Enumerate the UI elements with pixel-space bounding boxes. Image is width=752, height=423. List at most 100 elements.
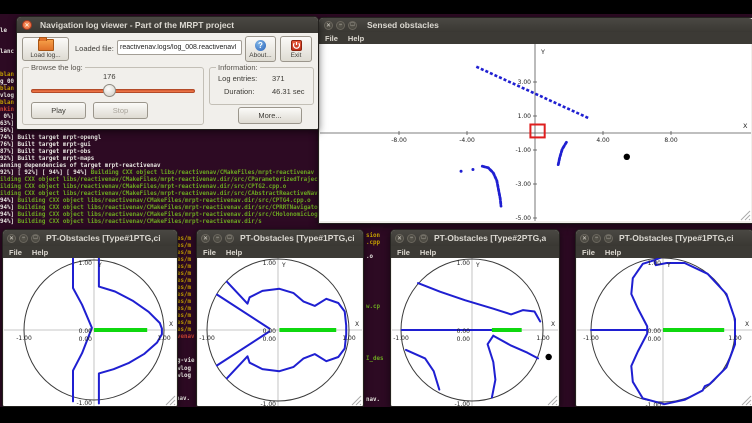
sensed-obstacles-window: ✕ − □ Sensed obstacles File Help -8.00-4… bbox=[318, 17, 752, 224]
menu-help[interactable]: Help bbox=[226, 248, 242, 257]
svg-text:Y: Y bbox=[281, 262, 286, 269]
svg-text:X: X bbox=[551, 321, 555, 328]
minimize-icon[interactable]: − bbox=[19, 234, 28, 243]
browse-log-legend: Browse the log: bbox=[29, 63, 85, 72]
window-title: PT-Obstacles [Type#1PTG,ci bbox=[619, 233, 734, 243]
information-legend: Information: bbox=[216, 63, 260, 72]
minimize-icon[interactable]: − bbox=[592, 234, 601, 243]
menu-file[interactable]: File bbox=[203, 248, 216, 257]
maximize-icon[interactable]: □ bbox=[31, 234, 40, 243]
pt3-titlebar[interactable]: ✕ − □ PT-Obstacles [Type#2PTG,a bbox=[391, 230, 559, 246]
about-label: About... bbox=[249, 52, 271, 59]
play-button[interactable]: Play bbox=[31, 102, 86, 119]
pt-obstacles-window-4: ✕ − □ PT-Obstacles [Type#1PTG,ci File He… bbox=[575, 229, 752, 407]
svg-text:-1.00: -1.00 bbox=[645, 402, 661, 406]
more-button[interactable]: More... bbox=[238, 107, 302, 124]
svg-text:-5.00: -5.00 bbox=[515, 215, 531, 221]
svg-text:1.00: 1.00 bbox=[536, 335, 550, 342]
svg-text:-1.00: -1.00 bbox=[260, 401, 276, 406]
stop-button[interactable]: Stop bbox=[93, 102, 148, 119]
svg-text:0.00: 0.00 bbox=[648, 336, 662, 343]
question-icon: ? bbox=[255, 40, 266, 51]
svg-text:X: X bbox=[169, 321, 173, 328]
pt-obstacles-plot-1[interactable]: -1.000.000.001.001.00-1.00YX bbox=[4, 258, 176, 406]
loaded-file-input[interactable] bbox=[117, 40, 242, 55]
svg-text:0.00: 0.00 bbox=[648, 328, 662, 335]
about-button[interactable]: ? About... bbox=[245, 36, 276, 62]
browse-log-group: Browse the log: 176 Play Stop bbox=[22, 67, 204, 125]
svg-text:0.00: 0.00 bbox=[457, 328, 471, 335]
pt4-menubar: File Help bbox=[576, 246, 752, 258]
svg-text:Y: Y bbox=[540, 48, 545, 56]
minimize-icon[interactable]: − bbox=[213, 234, 222, 243]
svg-text:1.00: 1.00 bbox=[263, 260, 277, 267]
maximize-icon[interactable]: □ bbox=[419, 234, 428, 243]
svg-text:0.00: 0.00 bbox=[79, 336, 93, 343]
close-icon[interactable]: ✕ bbox=[201, 234, 210, 243]
menu-help[interactable]: Help bbox=[32, 248, 48, 257]
svg-text:4.00: 4.00 bbox=[596, 137, 610, 144]
svg-text:8.00: 8.00 bbox=[664, 137, 678, 144]
minimize-icon[interactable]: − bbox=[336, 21, 345, 30]
menu-help[interactable]: Help bbox=[420, 248, 436, 257]
window-title: Navigation log viewer - Part of the MRPT… bbox=[40, 20, 234, 30]
maximize-icon[interactable]: □ bbox=[604, 234, 613, 243]
menu-help[interactable]: Help bbox=[605, 248, 621, 257]
log-slider-handle[interactable] bbox=[103, 84, 116, 97]
minimize-icon[interactable]: − bbox=[407, 234, 416, 243]
pt-obstacles-window-3: ✕ − □ PT-Obstacles [Type#2PTG,a File Hel… bbox=[390, 229, 560, 407]
duration-label: Duration: bbox=[224, 87, 254, 96]
exit-button[interactable]: Exit bbox=[280, 36, 312, 62]
svg-text:X: X bbox=[355, 321, 359, 328]
pt4-titlebar[interactable]: ✕ − □ PT-Obstacles [Type#1PTG,ci bbox=[576, 230, 752, 246]
menu-file[interactable]: File bbox=[325, 34, 338, 43]
duration-value: 46.31 sec bbox=[272, 87, 305, 96]
loaded-file-label: Loaded file: bbox=[75, 44, 114, 53]
svg-text:1.00: 1.00 bbox=[518, 113, 532, 120]
window-title: PT-Obstacles [Type#1PTG,ci bbox=[240, 233, 355, 243]
menu-file[interactable]: File bbox=[9, 248, 22, 257]
window-title: Sensed obstacles bbox=[367, 20, 439, 30]
svg-text:X: X bbox=[745, 321, 749, 328]
svg-text:Y: Y bbox=[475, 262, 480, 269]
pt2-menubar: File Help bbox=[197, 246, 363, 258]
svg-text:Y: Y bbox=[666, 262, 671, 269]
svg-text:-1.00: -1.00 bbox=[515, 147, 531, 154]
menu-file[interactable]: File bbox=[397, 248, 410, 257]
sensed-titlebar[interactable]: ✕ − □ Sensed obstacles bbox=[319, 18, 752, 32]
svg-text:X: X bbox=[743, 122, 748, 130]
menu-help[interactable]: Help bbox=[348, 34, 364, 43]
navlog-titlebar[interactable]: ✕ Navigation log viewer - Part of the MR… bbox=[17, 17, 318, 33]
sensed-menubar: File Help bbox=[319, 32, 752, 44]
close-icon[interactable]: ✕ bbox=[7, 234, 16, 243]
load-log-label: Load log... bbox=[30, 52, 60, 59]
svg-text:-1.00: -1.00 bbox=[76, 400, 92, 406]
pt2-titlebar[interactable]: ✕ − □ PT-Obstacles [Type#1PTG,ci bbox=[197, 230, 363, 246]
log-entries-label: Log entries: bbox=[218, 74, 257, 83]
close-icon[interactable]: ✕ bbox=[22, 20, 32, 30]
svg-text:-3.00: -3.00 bbox=[515, 181, 531, 188]
svg-text:-4.00: -4.00 bbox=[459, 137, 475, 144]
maximize-icon[interactable]: □ bbox=[225, 234, 234, 243]
svg-text:0.00: 0.00 bbox=[79, 328, 93, 335]
close-icon[interactable]: ✕ bbox=[324, 21, 333, 30]
svg-text:-1.00: -1.00 bbox=[16, 335, 32, 342]
svg-text:1.00: 1.00 bbox=[157, 335, 171, 342]
svg-text:-1.00: -1.00 bbox=[454, 401, 470, 406]
sensed-obstacles-plot[interactable]: -8.00-4.004.008.003.001.00-1.00-3.00-5.0… bbox=[320, 44, 751, 221]
close-icon[interactable]: ✕ bbox=[395, 234, 404, 243]
pt-obstacles-plot-2[interactable]: -1.000.000.001.001.00-1.00YX bbox=[198, 258, 362, 406]
svg-text:-1.00: -1.00 bbox=[393, 335, 409, 342]
pt-obstacles-plot-3[interactable]: -1.00 0.000.00 1.00 1.00 -1.00 Y X bbox=[392, 258, 558, 406]
svg-text:0.00: 0.00 bbox=[457, 336, 471, 343]
screen-top-letterbox bbox=[0, 0, 752, 14]
pt1-titlebar[interactable]: ✕ − □ PT-Obstacles [Type#1PTG,ci bbox=[3, 230, 177, 246]
menu-file[interactable]: File bbox=[582, 248, 595, 257]
svg-text:1.00: 1.00 bbox=[457, 260, 471, 267]
close-icon[interactable]: ✕ bbox=[580, 234, 589, 243]
pt-obstacles-plot-4[interactable]: -1.000.000.001.001.00-1.00YX bbox=[577, 258, 752, 406]
load-log-button[interactable]: Load log... bbox=[22, 37, 69, 61]
play-label: Play bbox=[51, 106, 66, 115]
svg-text:1.00: 1.00 bbox=[648, 260, 662, 267]
maximize-icon[interactable]: □ bbox=[348, 21, 357, 30]
